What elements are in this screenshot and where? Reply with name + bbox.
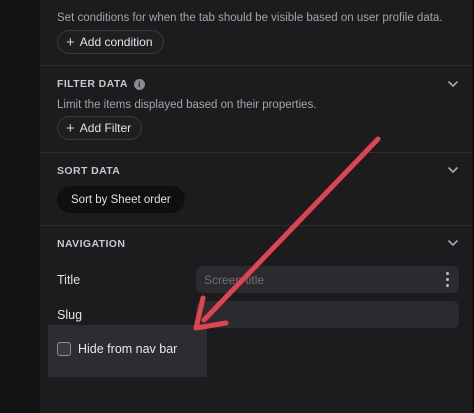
section-divider: [40, 65, 472, 66]
add-condition-button[interactable]: + Add condition: [57, 30, 164, 54]
filter-data-title: FILTER DATA: [57, 78, 128, 90]
slug-label: Slug: [57, 308, 83, 322]
navigation-header[interactable]: NAVIGATION: [57, 238, 125, 250]
sort-data-header[interactable]: SORT DATA: [57, 165, 120, 177]
visibility-hint: Set conditions for when the tab should b…: [57, 12, 443, 24]
add-filter-button[interactable]: + Add Filter: [57, 116, 143, 140]
left-sidebar-edge: [0, 0, 40, 413]
sort-by-sheet-order-button[interactable]: Sort by Sheet order: [57, 186, 185, 213]
info-icon[interactable]: i: [133, 78, 145, 90]
navigation-title: NAVIGATION: [57, 238, 126, 250]
section-divider: [40, 225, 472, 226]
hide-from-nav-label[interactable]: Hide from nav bar: [78, 342, 177, 356]
filter-data-header[interactable]: FILTER DATA i: [57, 78, 145, 90]
sort-data-title: SORT DATA: [57, 165, 121, 177]
chevron-down-icon[interactable]: [446, 236, 460, 250]
hide-from-nav-checkbox[interactable]: [57, 342, 71, 356]
filter-data-hint: Limit the items displayed based on their…: [57, 99, 317, 111]
add-filter-label: Add Filter: [79, 121, 132, 135]
more-options-icon[interactable]: [445, 272, 449, 287]
section-divider: [40, 152, 472, 153]
slug-input[interactable]: [196, 301, 459, 328]
plus-icon: +: [66, 119, 75, 137]
screen-title-input[interactable]: [196, 266, 459, 293]
add-condition-label: Add condition: [79, 35, 153, 49]
plus-icon: +: [66, 33, 75, 51]
chevron-down-icon[interactable]: [446, 163, 460, 177]
chevron-down-icon[interactable]: [446, 77, 460, 91]
title-label: Title: [57, 273, 81, 287]
